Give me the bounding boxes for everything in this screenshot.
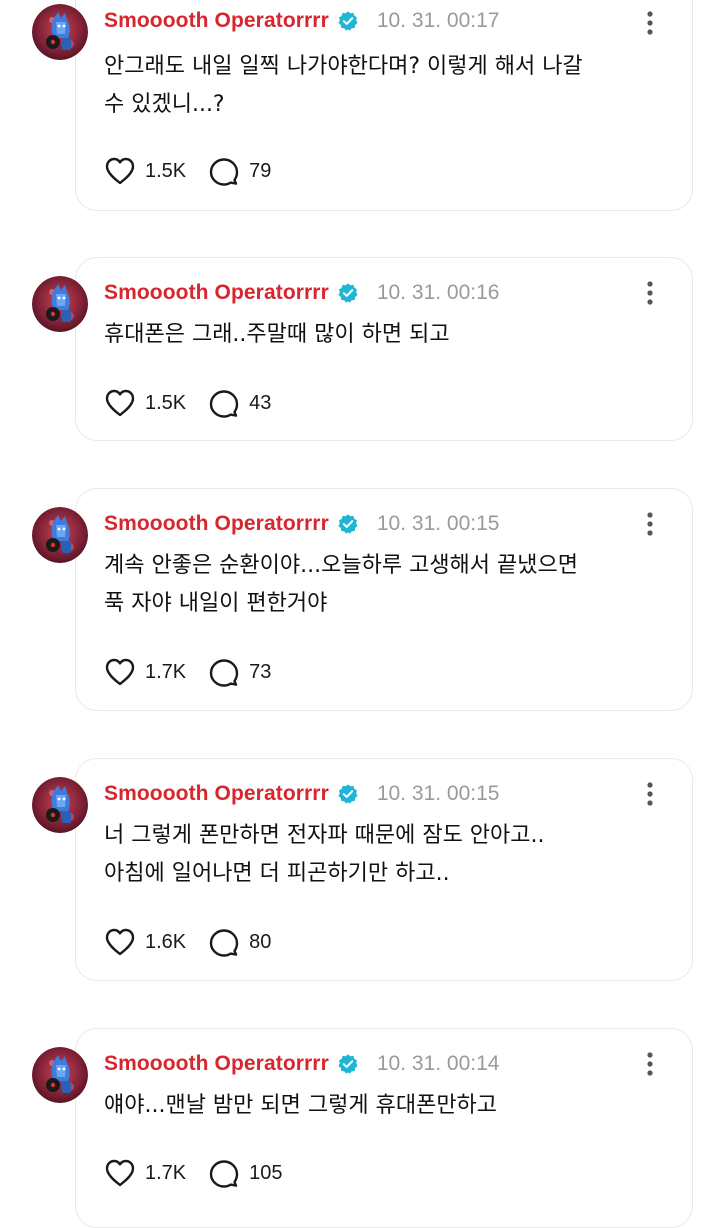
author-name[interactable]: Smooooth Operatorrrr	[104, 9, 329, 33]
reply-count: 73	[249, 660, 272, 683]
heart-icon	[105, 389, 135, 417]
post-timestamp: 10. 31. 00:15	[376, 782, 500, 805]
reply-button[interactable]: 80	[208, 927, 271, 957]
verified-badge-icon	[338, 283, 358, 303]
post-text-line: 수 있겠니...?	[104, 92, 225, 117]
like-count: 1.6K	[145, 930, 187, 953]
more-vertical-icon[interactable]	[640, 507, 660, 541]
more-vertical-icon[interactable]	[640, 6, 660, 40]
author-name[interactable]: Smooooth Operatorrrr	[104, 281, 329, 305]
like-count: 1.7K	[145, 1161, 187, 1184]
reply-button[interactable]: 73	[208, 657, 271, 687]
like-count: 1.5K	[145, 159, 187, 182]
heart-icon	[105, 928, 135, 956]
post-text: 얘야...맨날 밤만 되면 그렇게 휴대폰만하고	[104, 1087, 684, 1125]
like-button[interactable]: 1.6K	[104, 927, 186, 957]
heart-icon	[105, 1159, 135, 1187]
post-timestamp: 10. 31. 00:17	[376, 9, 500, 32]
post-text-line: 안그래도 내일 일찍 나가야한다며? 이렇게 해서 나갈	[104, 54, 583, 79]
more-vertical-icon[interactable]	[640, 1047, 660, 1081]
post-text: 너 그렇게 폰만하면 전자파 때문에 잠도 안아고.. 아침에 일어나면 더 피…	[104, 817, 684, 893]
post-text-line: 휴대폰은 그래..주말때 많이 하면 되고	[104, 322, 450, 347]
post-text-line: 얘야...맨날 밤만 되면 그렇게 휴대폰만하고	[104, 1093, 498, 1118]
avatar[interactable]	[32, 1047, 88, 1103]
post-text-line: 계속 안좋은 순환이야...오늘하루 고생해서 끝냈으면	[104, 553, 578, 578]
post-text: 휴대폰은 그래..주말때 많이 하면 되고	[104, 316, 684, 354]
avatar[interactable]	[32, 4, 88, 60]
speech-bubble-icon	[209, 1160, 239, 1188]
post-text-line: 너 그렇게 폰만하면 전자파 때문에 잠도 안아고..	[104, 823, 545, 848]
reply-button[interactable]: 79	[208, 156, 271, 186]
post-text-line: 푹 자야 내일이 편한거야	[104, 591, 328, 616]
post-text: 안그래도 내일 일찍 나가야한다며? 이렇게 해서 나갈 수 있겠니...?	[104, 48, 684, 124]
like-button[interactable]: 1.5K	[104, 388, 186, 418]
more-vertical-icon[interactable]	[640, 777, 660, 811]
post-timestamp: 10. 31. 00:14	[376, 1052, 500, 1075]
avatar[interactable]	[32, 276, 88, 332]
more-vertical-icon[interactable]	[640, 276, 660, 310]
like-button[interactable]: 1.7K	[104, 1158, 186, 1188]
like-count: 1.5K	[145, 391, 187, 414]
reply-count: 80	[249, 930, 272, 953]
speech-bubble-icon	[209, 390, 239, 418]
reply-count: 79	[249, 159, 272, 182]
verified-badge-icon	[338, 514, 358, 534]
reply-button[interactable]: 43	[208, 388, 271, 418]
reply-button[interactable]: 105	[208, 1158, 283, 1188]
speech-bubble-icon	[209, 158, 239, 186]
verified-badge-icon	[338, 784, 358, 804]
post-text: 계속 안좋은 순환이야...오늘하루 고생해서 끝냈으면 푹 자야 내일이 편한…	[104, 547, 684, 623]
avatar[interactable]	[32, 777, 88, 833]
reply-count: 43	[249, 391, 272, 414]
author-name[interactable]: Smooooth Operatorrrr	[104, 782, 329, 806]
post-text-line: 아침에 일어나면 더 피곤하기만 하고..	[104, 861, 450, 886]
speech-bubble-icon	[209, 659, 239, 687]
heart-icon	[105, 658, 135, 686]
avatar[interactable]	[32, 507, 88, 563]
speech-bubble-icon	[209, 929, 239, 957]
verified-badge-icon	[338, 1054, 358, 1074]
reply-count: 105	[249, 1161, 283, 1184]
heart-icon	[105, 157, 135, 185]
author-name[interactable]: Smooooth Operatorrrr	[104, 1052, 329, 1076]
post-timestamp: 10. 31. 00:16	[376, 281, 500, 304]
post-timestamp: 10. 31. 00:15	[376, 512, 500, 535]
like-button[interactable]: 1.5K	[104, 156, 186, 186]
like-count: 1.7K	[145, 660, 187, 683]
author-name[interactable]: Smooooth Operatorrrr	[104, 512, 329, 536]
like-button[interactable]: 1.7K	[104, 657, 186, 687]
verified-badge-icon	[338, 11, 358, 31]
